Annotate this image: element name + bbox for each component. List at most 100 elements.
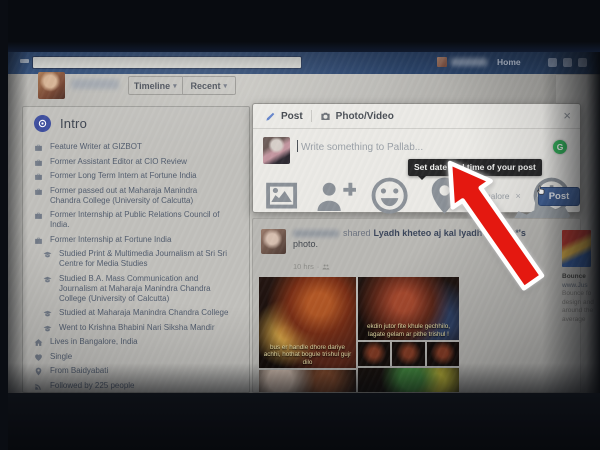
intro-title: Intro [60,116,87,131]
home-icon [34,338,43,347]
briefcase-icon [34,143,43,152]
ad-text-line[interactable]: design and [562,299,600,308]
notifications-icon[interactable] [578,58,587,67]
feed-action-label: shared [343,228,371,238]
friend-requests-icon[interactable] [548,58,557,67]
add-photo-icon[interactable] [261,175,302,216]
ad-text-line[interactable]: Bounce fo [562,290,600,299]
pin-icon [34,367,43,376]
collage-photo[interactable] [358,368,459,392]
text-cursor [297,140,298,152]
intro-item-text: Single [50,352,72,362]
intro-item-text: Followed by 225 people [50,381,135,391]
composer-text-input[interactable]: Write something to Pallab... [301,142,423,153]
chevron-down-icon: ▾ [173,82,177,90]
tab-separator [311,110,312,122]
intro-item[interactable]: Went to Krishna Bhabini Nari Siksha Mand… [34,323,243,333]
feed-page-link[interactable]: Lyadh kheteo aj kal lyadh k [374,228,490,238]
search-input[interactable] [32,56,302,69]
close-icon[interactable]: × [563,109,571,122]
emoji-icon[interactable] [369,175,410,216]
heart-icon [34,353,43,362]
feed-page-link[interactable]: wn*'s [503,228,526,238]
intro-item-text: Former passed out at Maharaja Manindra C… [50,186,228,206]
feed-post-meta: 10 hrs · [293,262,330,271]
intro-item[interactable]: Former Internship at Fortune India [34,235,243,245]
intro-item[interactable]: Feature Writer at GIZBOT [34,142,243,152]
intro-item[interactable]: Former Assistant Editor at CIO Review [34,157,243,167]
intro-item[interactable]: Studied B.A. Mass Communication and Jour… [34,274,243,304]
tab-photo-label: Photo/Video [336,111,394,122]
meta-separator: · [317,262,320,271]
ad-text-line[interactable]: average [562,316,600,325]
briefcase-icon [34,211,43,220]
tab-post[interactable]: Post [265,111,303,122]
intro-item[interactable]: Single [34,352,243,362]
feed-author-name-redacted [293,230,339,237]
collage-photo[interactable] [259,370,356,392]
navbar-avatar[interactable] [437,57,447,67]
friends-privacy-icon [322,263,330,271]
collage-photo[interactable]: ekdin jutor fite khule gechhilo, lagate … [358,277,459,340]
intro-item[interactable]: Former Internship at Public Relations Co… [34,210,243,230]
facebook-logo[interactable] [20,59,29,63]
grad-cap-icon [43,275,52,284]
intro-item-text: Former Long Term Intern at Fortune India [50,171,197,181]
feed-post-header[interactable]: sharedLyadh kheteo aj kal lyadh kwn*'s p… [293,228,535,250]
messages-icon[interactable] [563,58,572,67]
collage-photo[interactable]: bus er handle dhore dariye achhi, hothat… [259,277,356,368]
recent-label: Recent [190,81,220,91]
post-timestamp[interactable]: 10 hrs [293,262,314,271]
tag-person-icon[interactable] [315,175,356,216]
navbar-profile-name-redacted[interactable] [451,58,487,66]
tab-post-label: Post [281,111,303,122]
intro-item-text: Studied at Maharaja Manindra Chandra Col… [59,308,228,318]
collage-photo[interactable] [392,342,424,366]
intro-item[interactable]: Followed by 225 people [34,381,243,391]
briefcase-icon [34,172,43,181]
profile-avatar[interactable] [38,72,65,99]
feed-post-avatar[interactable] [261,229,286,254]
intro-item-text: Former Assistant Editor at CIO Review [50,157,187,167]
grad-cap-icon [43,309,52,318]
grad-cap-icon [43,250,52,259]
intro-item-text: Studied Print & Multimedia Journalism at… [59,249,237,269]
intro-item[interactable]: Former Long Term Intern at Fortune India [34,171,243,181]
intro-item[interactable]: Former passed out at Maharaja Manindra C… [34,186,243,206]
intro-item-text: Former Internship at Fortune India [50,235,171,245]
briefcase-icon [34,236,43,245]
ad-text-line[interactable]: Bounce [562,273,600,282]
profile-name-redacted [71,79,119,89]
collage-photo[interactable] [358,342,390,366]
facebook-navbar: Home [8,52,600,74]
pencil-icon [265,111,276,122]
ad-image[interactable] [562,230,591,267]
feed-post-card: sharedLyadh kheteo aj kal lyadh kwn*'s p… [252,218,581,393]
ad-text-line[interactable]: around the [562,307,600,316]
collage-photo[interactable] [427,342,459,366]
photo-of-screen: Home Timeline ▾ Recent ▾ [0,0,600,450]
navbar-home-link[interactable]: Home [497,57,521,67]
intro-item[interactable]: Studied Print & Multimedia Journalism at… [34,249,243,269]
bezel-left [0,0,8,450]
post-composer-dialog: Post Photo/Video × Write something to Pa… [252,103,581,213]
ad-text-line[interactable]: www.Jus [562,282,600,291]
intro-card: Intro Feature Writer at GIZBOT Former Ass… [22,106,250,393]
recent-dropdown[interactable]: Recent ▾ [182,77,236,94]
grad-cap-icon [43,324,52,333]
intro-item[interactable]: Studied at Maharaja Manindra Chandra Col… [34,308,243,318]
intro-item-text: Studied B.A. Mass Communication and Jour… [59,274,237,304]
timeline-controls: Timeline ▾ Recent ▾ [128,76,236,95]
intro-item[interactable]: Lives in Bangalore, India [34,337,243,347]
grammarly-icon[interactable]: G [553,140,567,154]
tab-photo-video[interactable]: Photo/Video [320,111,394,122]
timeline-dropdown[interactable]: Timeline ▾ [129,77,182,94]
intro-item[interactable]: From Baidyabati [34,366,243,376]
briefcase-icon [34,158,43,167]
schedule-tooltip: Set date and time of your post [408,159,542,176]
collage-strip [358,342,459,366]
ad-text: Bouncewww.JusBounce fodesign andaround t… [562,273,600,324]
intro-item-text: Feature Writer at GIZBOT [50,142,142,152]
sidebar-ad[interactable]: Bouncewww.JusBounce fodesign andaround t… [562,230,600,360]
location-icon[interactable] [424,175,465,216]
